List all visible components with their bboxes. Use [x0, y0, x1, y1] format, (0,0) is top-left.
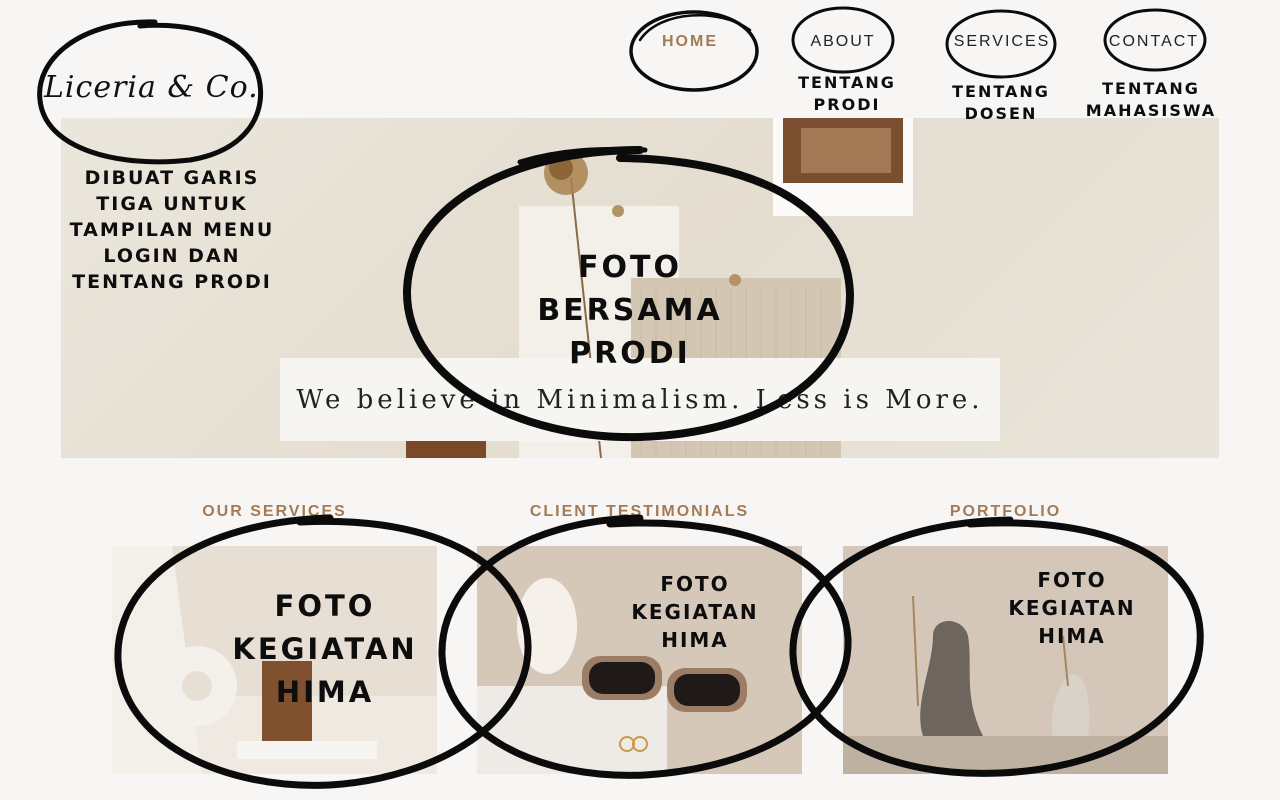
nav-contact[interactable]: CONTACT: [1106, 33, 1202, 51]
hero-annotation: FOTO BERSAMA PRODI: [537, 250, 723, 371]
card2-annotation: FOTO KEGIATAN HIMA: [631, 572, 759, 652]
brand-logo[interactable]: Liceria & Co.: [44, 70, 259, 105]
nav-home[interactable]: HOME: [640, 33, 740, 51]
sunglasses-lens: [589, 662, 655, 694]
nav-services[interactable]: SERVICES: [950, 33, 1054, 51]
hero-tagline-text: We believe in Minimalism. Less is More.: [296, 384, 984, 415]
services-annotation: TENTANG DOSEN: [952, 82, 1050, 123]
home-scribble: [629, 10, 759, 92]
menu-annotation: DIBUAT GARIS TIGA UNTUK TAMPILAN MENU LO…: [69, 167, 275, 293]
card3-annotation: FOTO KEGIATAN HIMA: [1008, 568, 1136, 648]
contact-annotation: TENTANG MAHASISWA: [1085, 79, 1217, 120]
card1-annotation: FOTO KEGIATAN HIMA: [232, 589, 418, 709]
nav-about[interactable]: ABOUT: [795, 33, 891, 51]
section-title-portfolio[interactable]: PORTFOLIO: [843, 503, 1168, 521]
bust-statue: [517, 578, 577, 674]
pin: [612, 205, 624, 217]
section-title-testimonials[interactable]: CLIENT TESTIMONIALS: [477, 503, 802, 521]
about-annotation: TENTANG PRODI: [798, 73, 896, 114]
section-title-services[interactable]: OUR SERVICES: [112, 503, 437, 521]
